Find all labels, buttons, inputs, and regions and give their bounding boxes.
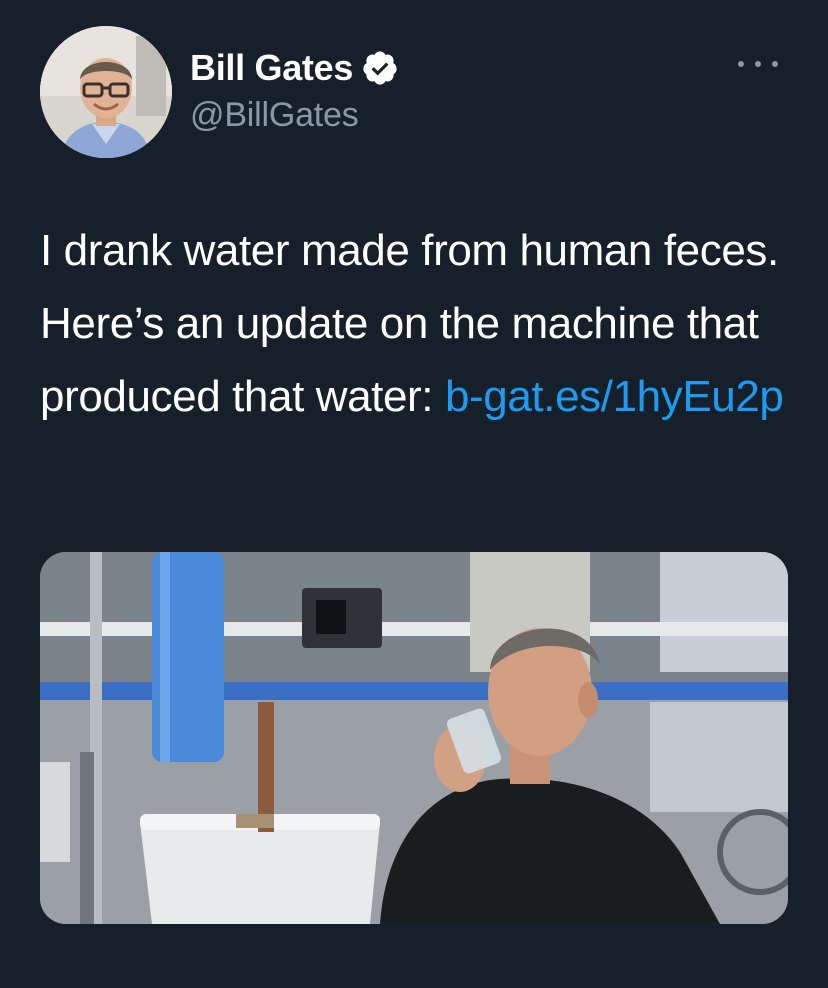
tweet-card: Bill Gates @BillGates I drank water made…: [0, 0, 828, 988]
tweet-text: I drank water made from human feces. Her…: [40, 214, 800, 433]
avatar[interactable]: [40, 26, 172, 158]
author-handle[interactable]: @BillGates: [190, 96, 359, 135]
more-options-icon[interactable]: [738, 54, 778, 74]
verified-badge-icon: [361, 49, 399, 87]
author-name-row: Bill Gates: [190, 46, 399, 90]
profile-photo-icon: [40, 26, 172, 158]
tweet-link[interactable]: b-gat.es/1hyEu2p: [445, 372, 784, 421]
photo-icon: [40, 552, 788, 924]
display-name[interactable]: Bill Gates: [190, 47, 353, 89]
tweet-media-image[interactable]: [40, 552, 788, 924]
